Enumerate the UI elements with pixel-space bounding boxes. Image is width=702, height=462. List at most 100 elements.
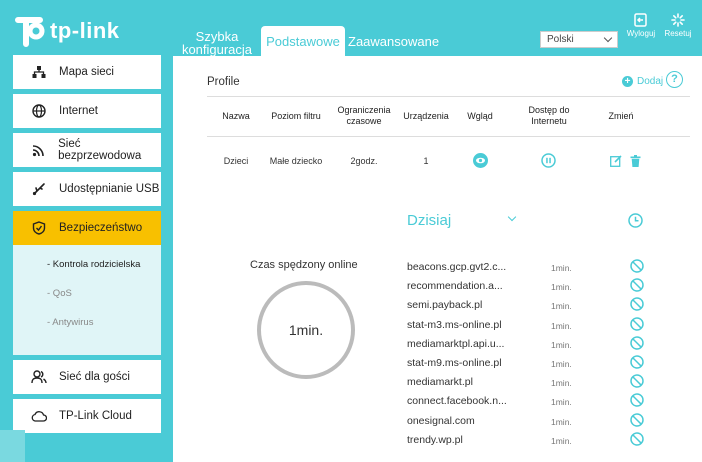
logout-icon bbox=[634, 13, 647, 27]
tab-quick-setup[interactable]: Szybka konfiguracja bbox=[178, 30, 256, 56]
block-icon[interactable] bbox=[630, 355, 644, 372]
submenu-item-parental-controls[interactable]: - Kontrola rodzicielska bbox=[13, 259, 161, 288]
edit-icon[interactable] bbox=[610, 154, 622, 172]
block-icon[interactable] bbox=[630, 316, 644, 334]
block-icon[interactable] bbox=[630, 259, 644, 276]
site-domain: mediamarktpl.api.u... bbox=[407, 337, 505, 350]
trash-icon[interactable] bbox=[630, 154, 641, 172]
reset-button[interactable]: Resetuj bbox=[658, 13, 698, 38]
usb-icon bbox=[31, 181, 47, 197]
logout-button[interactable]: Wyloguj bbox=[621, 13, 661, 38]
list-item: recommendation.a... 1min. bbox=[407, 278, 647, 299]
time-online-ring: 1min. bbox=[257, 281, 355, 379]
list-item: mediamarktpl.api.u... 1min. bbox=[407, 336, 647, 357]
column-header-time-limits: Ograniczenia czasowe bbox=[337, 105, 391, 126]
site-duration: 1min. bbox=[551, 339, 572, 350]
block-icon[interactable] bbox=[630, 336, 644, 353]
list-item: stat-m3.ms-online.pl 1min. bbox=[407, 316, 647, 338]
sidebar-item-label: Mapa sieci bbox=[59, 66, 114, 78]
sidebar-item-wireless[interactable]: Sieć bezprzewodowa bbox=[13, 133, 161, 167]
sidebar-item-usb[interactable]: Udostępnianie USB bbox=[13, 172, 161, 206]
column-header-edit: Zmień bbox=[608, 111, 634, 121]
sidebar-item-label: Sieć dla gości bbox=[59, 371, 130, 383]
section-title: Profile bbox=[207, 76, 240, 88]
reset-label: Resetuj bbox=[664, 29, 692, 38]
network-map-icon bbox=[31, 64, 47, 80]
language-select[interactable]: Polski bbox=[540, 31, 618, 48]
sidebar-item-guest-network[interactable]: Sieć dla gości bbox=[13, 360, 161, 394]
site-duration: 1min. bbox=[551, 282, 572, 293]
site-duration: 1min. bbox=[551, 397, 572, 408]
site-domain: beacons.gcp.gvt2.c... bbox=[407, 261, 507, 273]
list-item: connect.facebook.n... 1min. bbox=[407, 393, 647, 414]
site-domain: stat-m3.ms-online.pl bbox=[407, 318, 502, 331]
tab-advanced[interactable]: Zaawansowane bbox=[348, 35, 439, 56]
site-domain: trendy.wp.pl bbox=[407, 433, 463, 446]
list-item: onesignal.com 1min. bbox=[407, 412, 647, 434]
help-icon[interactable]: ? bbox=[666, 71, 683, 88]
profile-name: Dzieci bbox=[223, 156, 249, 166]
profile-filter-level: Małe dziecko bbox=[269, 156, 323, 166]
sidebar-item-label: Udostępnianie USB bbox=[59, 183, 160, 195]
tab-basic[interactable]: Podstawowe bbox=[261, 26, 345, 56]
site-duration: 1min. bbox=[551, 378, 572, 389]
block-icon[interactable] bbox=[630, 393, 644, 410]
sidebar-item-label: TP-Link Cloud bbox=[59, 410, 132, 422]
site-duration: 1min. bbox=[551, 263, 572, 273]
eye-icon[interactable] bbox=[473, 153, 488, 173]
profile-time-limit: 2godz. bbox=[350, 156, 378, 166]
column-header-name: Nazwa bbox=[222, 111, 250, 121]
plus-icon: + bbox=[622, 76, 633, 87]
site-duration: 1min. bbox=[551, 435, 572, 446]
sidebar-item-tp-link-cloud[interactable]: TP-Link Cloud bbox=[13, 399, 161, 433]
period-selector[interactable]: Dzisiaj bbox=[407, 212, 451, 229]
sidebar-item-network-map[interactable]: Mapa sieci bbox=[13, 55, 161, 89]
pause-icon[interactable] bbox=[541, 153, 556, 173]
time-online-label: Czas spędzony online bbox=[250, 259, 358, 271]
add-label: Dodaj bbox=[637, 76, 664, 87]
site-domain: stat-m9.ms-online.pl bbox=[407, 357, 502, 369]
block-icon[interactable] bbox=[630, 374, 644, 391]
clock-icon[interactable] bbox=[628, 213, 643, 233]
side-tab bbox=[0, 430, 25, 462]
site-duration: 1min. bbox=[551, 301, 572, 312]
brand-name: tp-link bbox=[50, 18, 120, 43]
site-domain: onesignal.com bbox=[407, 414, 475, 427]
tp-link-logo: tp-link bbox=[12, 14, 120, 48]
column-header-internet-access: Dostęp do Internetu bbox=[528, 105, 570, 126]
top-navigation: Szybka konfiguracja Podstawowe Zaawansow… bbox=[178, 26, 439, 56]
chevron-down-icon[interactable] bbox=[507, 212, 517, 222]
divider bbox=[207, 136, 690, 137]
site-duration: 1min. bbox=[551, 320, 572, 331]
block-icon[interactable] bbox=[630, 412, 644, 430]
site-domain: semi.payback.pl bbox=[407, 299, 483, 312]
submenu-item-antivirus[interactable]: - Antywirus bbox=[13, 317, 161, 346]
block-icon[interactable] bbox=[630, 278, 644, 295]
sidebar-item-label: Sieć bezprzewodowa bbox=[58, 138, 142, 162]
cloud-icon bbox=[31, 408, 47, 424]
list-item: stat-m9.ms-online.pl 1min. bbox=[407, 355, 647, 376]
main-panel: Profile + Dodaj ? Nazwa Poziom filtru Og… bbox=[173, 56, 702, 462]
add-profile-button[interactable]: + Dodaj bbox=[622, 76, 663, 87]
profile-devices: 1 bbox=[423, 156, 429, 166]
sidebar-item-security[interactable]: Bezpieczeństwo bbox=[13, 211, 161, 245]
list-item: beacons.gcp.gvt2.c... 1min. bbox=[407, 259, 647, 280]
tp-link-logo-icon bbox=[12, 14, 46, 48]
sidebar-item-label: Bezpieczeństwo bbox=[59, 222, 143, 234]
language-select-value: Polski bbox=[547, 34, 574, 45]
guests-icon bbox=[31, 369, 47, 385]
block-icon[interactable] bbox=[630, 432, 644, 449]
site-duration: 1min. bbox=[551, 359, 572, 369]
chevron-down-icon bbox=[603, 33, 613, 43]
reset-icon bbox=[671, 13, 685, 27]
site-domain: mediamarkt.pl bbox=[407, 376, 473, 389]
security-submenu: - Kontrola rodzicielska - QoS - Antywiru… bbox=[13, 245, 161, 355]
column-header-insight: Wgląd bbox=[467, 111, 493, 121]
submenu-item-qos[interactable]: - QoS bbox=[13, 288, 161, 317]
site-domain: connect.facebook.n... bbox=[407, 395, 507, 408]
list-item: mediamarkt.pl 1min. bbox=[407, 374, 647, 395]
logout-label: Wyloguj bbox=[626, 29, 656, 38]
block-icon[interactable] bbox=[630, 297, 644, 314]
sidebar: Mapa sieci Internet Sieć bezprzewodowa U… bbox=[13, 55, 161, 438]
sidebar-item-internet[interactable]: Internet bbox=[13, 94, 161, 128]
